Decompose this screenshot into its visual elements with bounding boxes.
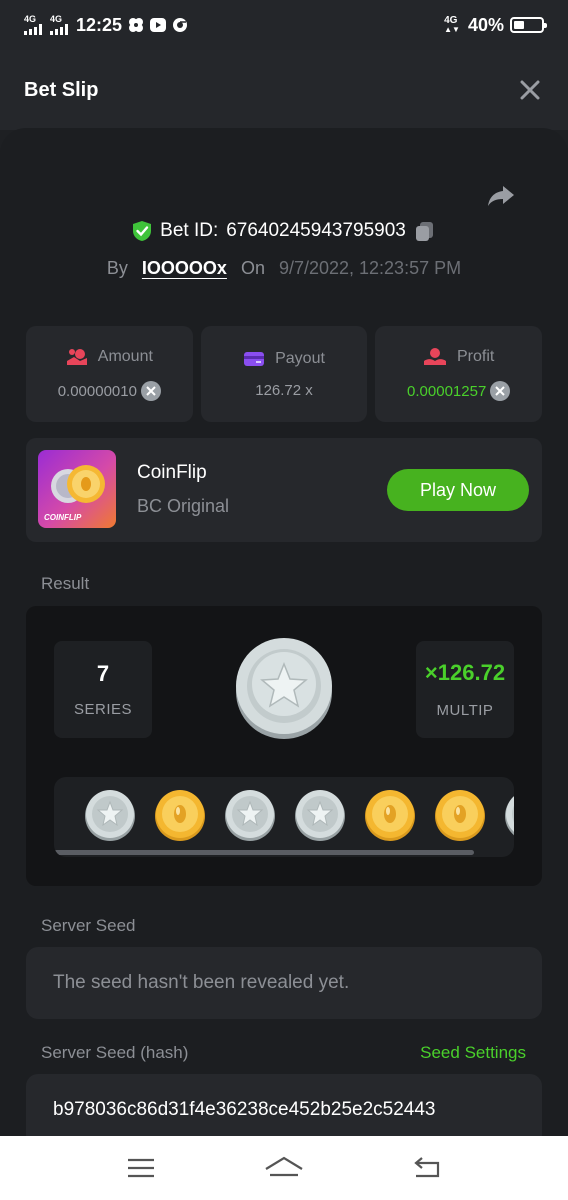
gold-coin-icon — [365, 790, 415, 841]
username-link[interactable]: IOOOOOx — [142, 258, 227, 279]
gold-coin-icon — [435, 790, 485, 841]
signal-icon: 4G — [24, 15, 42, 35]
close-icon — [520, 80, 540, 100]
silver-coin-icon — [505, 796, 514, 836]
amount-value: 0.00000010 — [57, 382, 137, 400]
silver-coin-icon — [225, 790, 275, 841]
status-bar: 4G 4G 12:25 4G ▲▼ 40% — [0, 0, 568, 50]
payout-card: Payout 126.72 x — [200, 326, 368, 422]
network-type: 4G — [50, 14, 63, 24]
gold-coin-icon — [155, 790, 205, 841]
profit-icon — [424, 348, 446, 365]
system-nav-bar — [0, 1136, 568, 1200]
game-name: CoinFlip — [137, 462, 207, 483]
payout-label: Payout — [275, 349, 325, 367]
on-label: On — [240, 258, 265, 278]
multiplier-value: ×126.72 — [424, 660, 506, 685]
game-card: COINFLIP CoinFlip BC Original Play Now — [26, 438, 542, 542]
bet-stats: Amount 0.00000010 Payout 126.72 x Profit… — [26, 326, 543, 422]
youtube-icon — [150, 17, 167, 33]
series-label: SERIES — [73, 701, 133, 718]
bet-id-row: Bet ID: 67640245943795903 — [0, 220, 568, 242]
multiplier-label: MULTIP — [436, 702, 494, 719]
home-icon — [265, 1156, 303, 1177]
battery-icon — [510, 17, 547, 33]
menu-button[interactable] — [121, 1148, 161, 1188]
silver-coin-icon — [236, 638, 332, 739]
page-title: Bet Slip — [24, 78, 99, 101]
game-thumbnail[interactable]: COINFLIP — [38, 450, 116, 528]
battery-percent: 40% — [467, 14, 504, 35]
payout-icon — [244, 351, 265, 366]
multiplier-stat: ×126.72 MULTIP — [416, 641, 514, 738]
status-right: 4G ▲▼ 40% — [444, 14, 547, 36]
coin-history[interactable] — [54, 777, 514, 857]
server-seed-hash-field[interactable]: b978036c86d31f4e36238ce452b25e2c52443 — [26, 1074, 542, 1136]
result-label: Result — [41, 574, 90, 593]
amount-label: Amount — [97, 348, 153, 365]
bet-meta-row: By IOOOOOx On 9/7/2022, 12:23:57 PM — [0, 258, 568, 279]
back-button[interactable] — [407, 1148, 447, 1188]
profit-card: Profit 0.00001257 — [375, 326, 543, 422]
series-value: 7 — [96, 661, 110, 686]
seed-settings-link[interactable]: Seed Settings — [420, 1043, 526, 1063]
fan-icon — [128, 17, 144, 33]
server-seed-label: Server Seed — [41, 916, 136, 935]
copy-icon — [415, 222, 433, 241]
menu-icon — [128, 1158, 155, 1178]
signal-icon: 4G — [50, 15, 68, 35]
bet-id-value: 67640245943795903 — [226, 220, 406, 241]
server-seed-field[interactable]: The seed hasn't been revealed yet. — [26, 947, 542, 1019]
by-label: By — [106, 258, 128, 278]
thumbnail-label: COINFLIP — [44, 513, 82, 522]
silver-coin-icon — [295, 790, 345, 841]
payout-value: 126.72 x — [255, 381, 313, 399]
game-provider: BC Original — [137, 496, 230, 516]
chrome-icon — [172, 17, 188, 33]
profit-label: Profit — [457, 348, 495, 365]
silver-coin-icon — [85, 790, 135, 841]
profit-value: 0.00001257 — [407, 382, 487, 400]
bet-slip-panel: Bet ID: 67640245943795903 By IOOOOOx On … — [0, 128, 568, 1136]
amount-icon — [66, 349, 87, 365]
result-panel: 7 SERIES ×126.72 MULTIP — [26, 606, 542, 886]
currency-icon — [140, 381, 161, 401]
bet-id-label: Bet ID: — [160, 220, 219, 241]
home-button[interactable] — [264, 1148, 304, 1188]
close-button[interactable] — [516, 76, 544, 104]
network-type: 4G — [24, 14, 37, 24]
data-signal-icon: 4G ▲▼ — [444, 15, 460, 35]
share-icon — [488, 186, 514, 206]
header: Bet Slip — [0, 50, 568, 130]
share-button[interactable] — [486, 180, 516, 210]
back-icon — [413, 1157, 439, 1178]
bet-date: 9/7/2022, 12:23:57 PM — [278, 258, 462, 278]
history-scrollbar[interactable] — [54, 850, 474, 855]
server-seed-hash-label: Server Seed (hash) — [41, 1043, 189, 1062]
copy-button[interactable] — [414, 220, 436, 242]
status-left: 4G 4G 12:25 — [24, 15, 188, 36]
play-now-button[interactable]: Play Now — [387, 469, 529, 511]
amount-card: Amount 0.00000010 — [26, 326, 193, 422]
clock: 12:25 — [76, 14, 123, 35]
series-stat: 7 SERIES — [54, 641, 152, 738]
currency-icon — [490, 381, 511, 401]
shield-check-icon — [133, 221, 152, 241]
